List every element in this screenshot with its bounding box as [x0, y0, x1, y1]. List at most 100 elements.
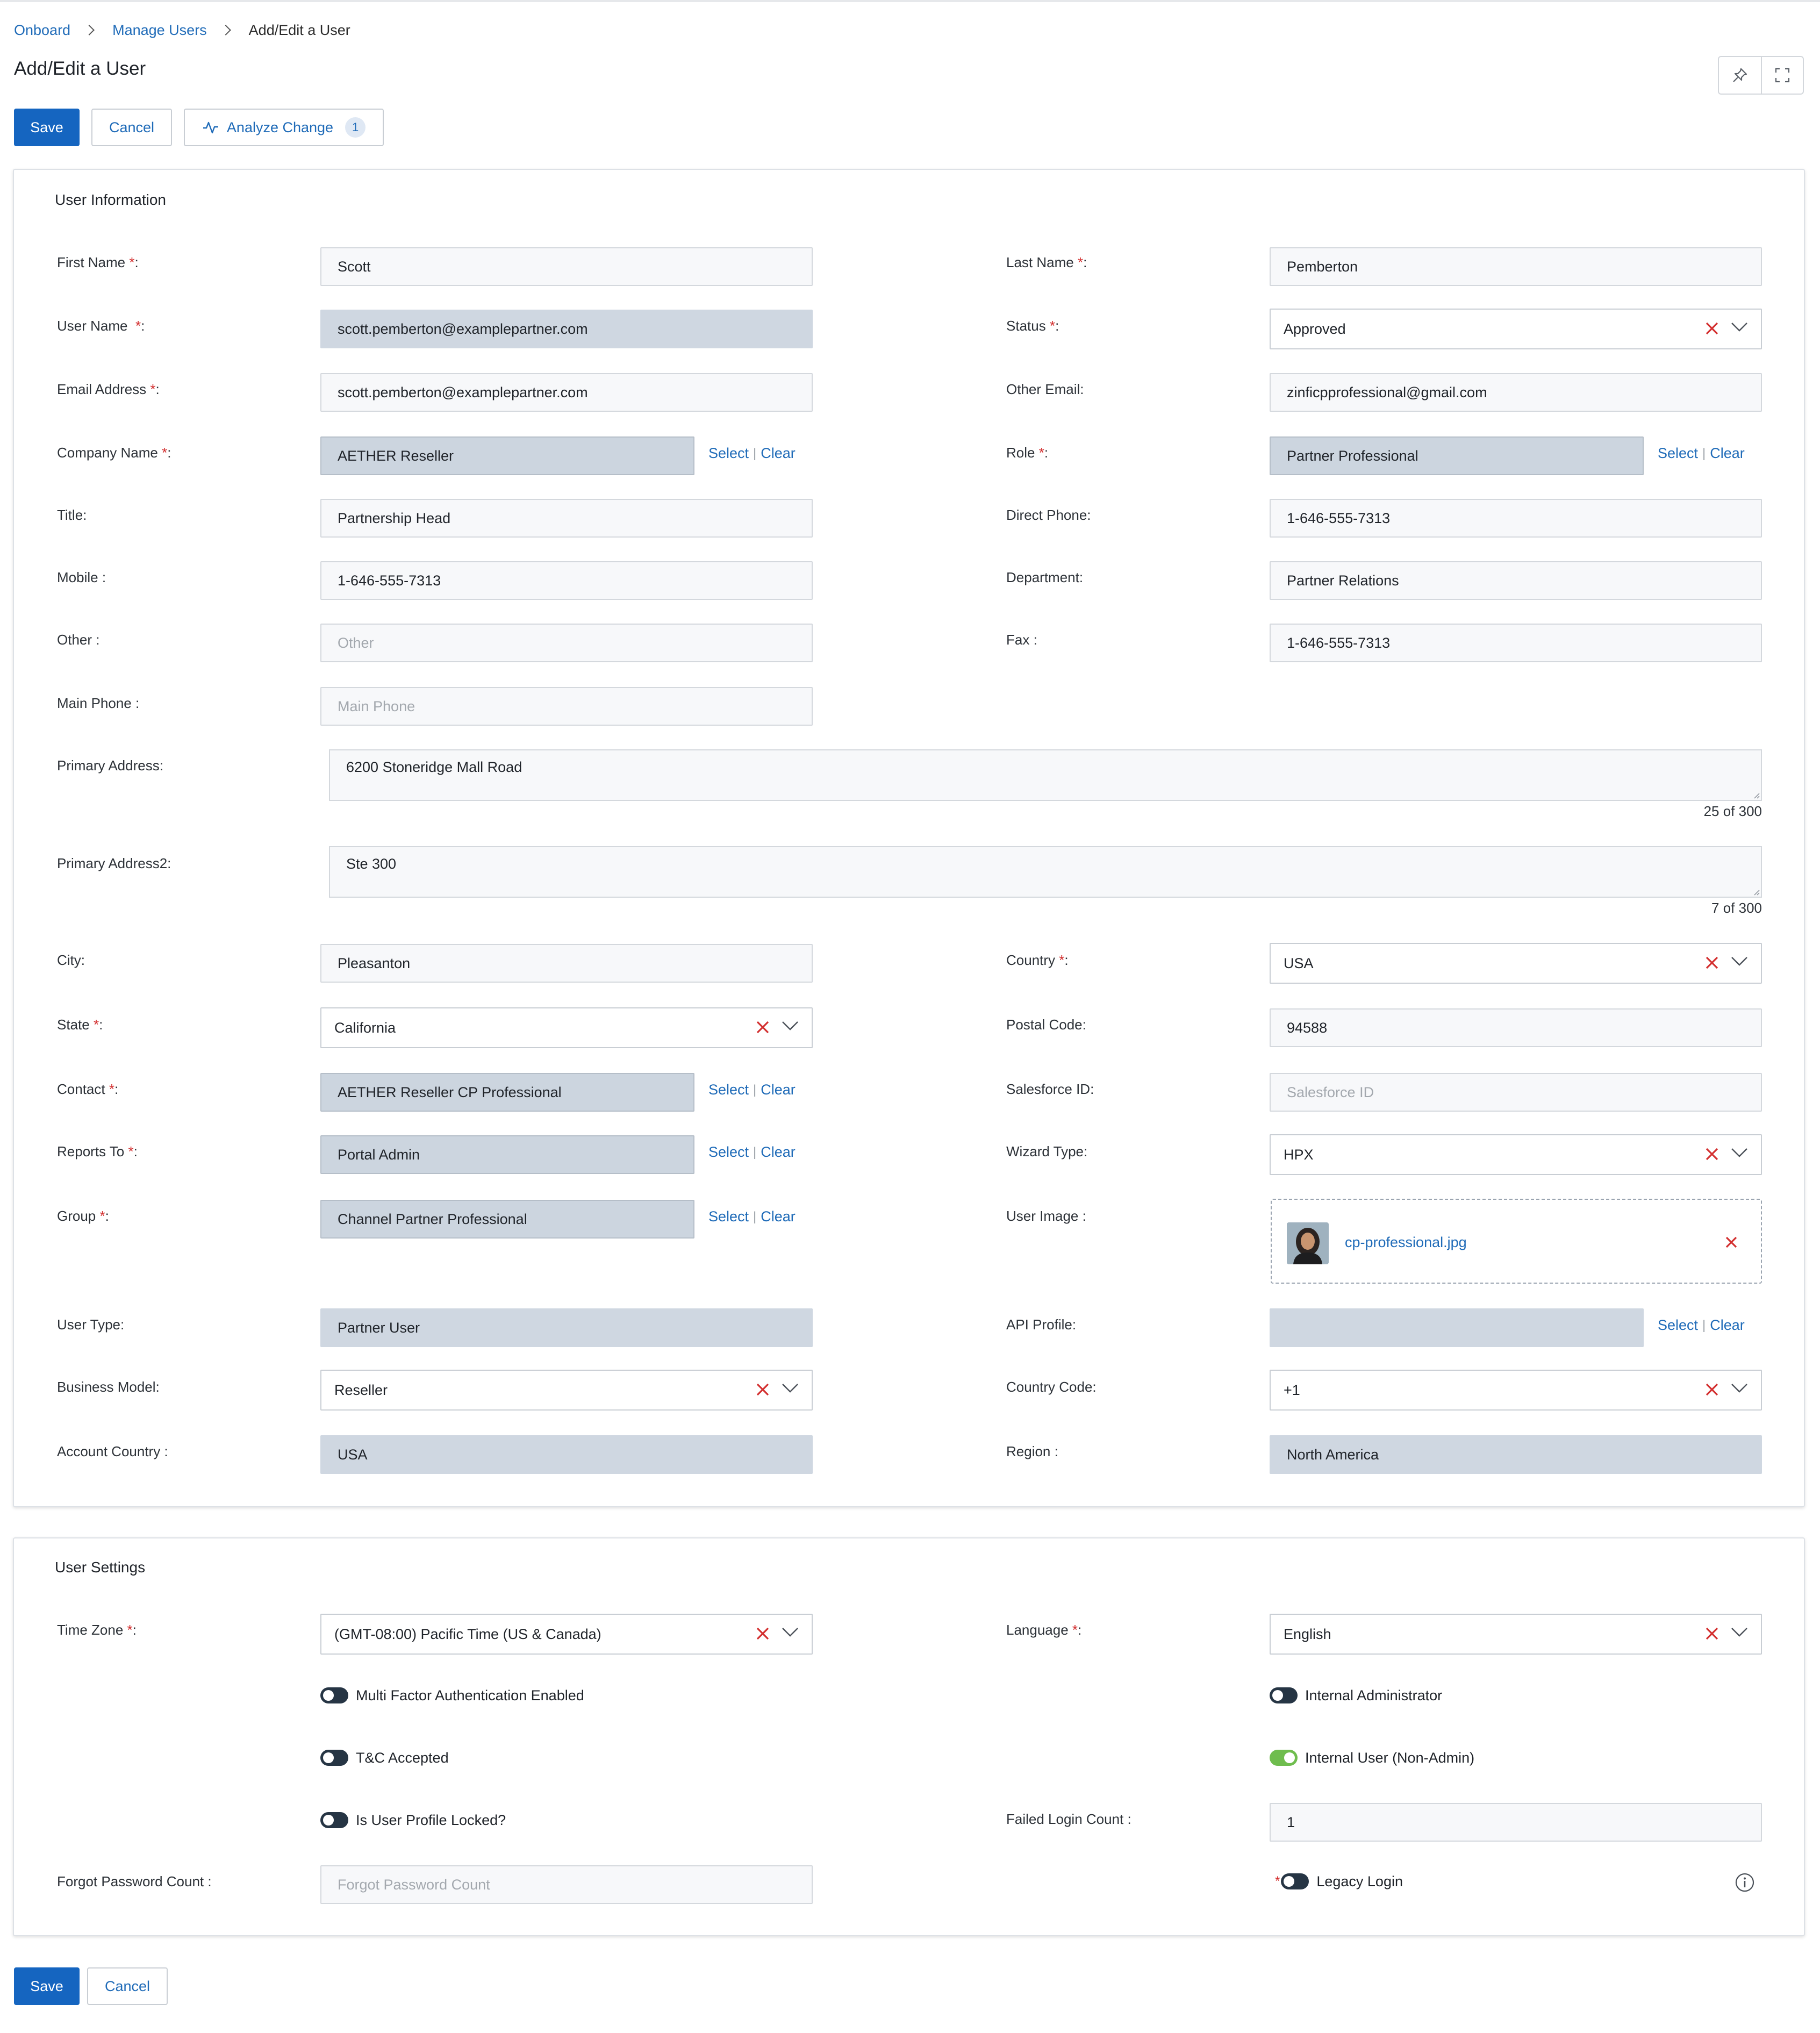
time-zone-select[interactable]: (GMT-08:00) Pacific Time (US & Canada)	[320, 1614, 813, 1655]
expand-button[interactable]	[1761, 57, 1803, 94]
clear-x-icon[interactable]	[755, 1019, 771, 1035]
clear-x-icon[interactable]	[1704, 955, 1720, 971]
first-name-field[interactable]: Scott	[320, 247, 813, 286]
business-model-value: Reseller	[334, 1381, 388, 1398]
chevron-down-icon[interactable]	[780, 1378, 800, 1398]
main-phone-field[interactable]: Main Phone	[320, 687, 813, 726]
group-clear-link[interactable]: Clear	[761, 1208, 796, 1225]
mfa-toggle[interactable]	[320, 1687, 348, 1703]
reports-to-clear-link[interactable]: Clear	[761, 1144, 796, 1161]
city-field[interactable]: Pleasanton	[320, 944, 813, 983]
primary-address2-textarea[interactable]: Ste 300	[329, 846, 1762, 898]
fax-label: Fax :	[1006, 632, 1037, 648]
clear-x-icon[interactable]	[755, 1381, 771, 1398]
breadcrumb-onboard[interactable]: Onboard	[14, 22, 70, 39]
legacy-login-required-marker: *	[1275, 1874, 1280, 1888]
company-clear-link[interactable]: Clear	[761, 445, 796, 462]
state-select[interactable]: California	[320, 1007, 813, 1048]
breadcrumb-current: Add/Edit a User	[248, 22, 350, 38]
internal-admin-toggle[interactable]	[1270, 1687, 1298, 1703]
department-field[interactable]: Partner Relations	[1270, 561, 1762, 600]
forgot-password-field[interactable]: Forgot Password Count	[320, 1865, 813, 1904]
api-profile-clear-link[interactable]: Clear	[1710, 1317, 1745, 1334]
status-label: Status *:	[1006, 318, 1059, 334]
status-select[interactable]: Approved	[1270, 309, 1762, 349]
resize-grip-icon[interactable]	[1751, 790, 1760, 799]
cancel-button[interactable]: Cancel	[91, 109, 172, 146]
company-select-link[interactable]: Select	[708, 445, 749, 462]
other-field[interactable]: Other	[320, 624, 813, 662]
email-field[interactable]: scott.pemberton@examplepartner.com	[320, 373, 813, 412]
failed-login-field[interactable]: 1	[1270, 1803, 1762, 1842]
breadcrumb-manage-users[interactable]: Manage Users	[112, 22, 207, 39]
chevron-down-icon[interactable]	[780, 1016, 800, 1035]
contact-select-link[interactable]: Select	[708, 1082, 749, 1098]
chevron-down-icon[interactable]	[1730, 1622, 1749, 1642]
postal-code-label: Postal Code:	[1006, 1016, 1086, 1033]
tc-accepted-toggle-row[interactable]: T&C Accepted	[320, 1747, 449, 1769]
clear-x-icon[interactable]	[1704, 1146, 1720, 1162]
internal-user-toggle-label: Internal User (Non-Admin)	[1305, 1749, 1475, 1766]
clear-x-icon[interactable]	[1704, 1626, 1720, 1642]
clear-x-icon[interactable]	[755, 1626, 771, 1642]
language-select[interactable]: English	[1270, 1614, 1762, 1655]
legacy-login-toggle-row[interactable]: * Legacy Login	[1275, 1871, 1403, 1892]
mfa-toggle-row[interactable]: Multi Factor Authentication Enabled	[320, 1685, 584, 1706]
last-name-label: Last Name *:	[1006, 254, 1087, 270]
role-clear-link[interactable]: Clear	[1710, 445, 1745, 462]
save-button[interactable]: Save	[14, 109, 80, 146]
reports-to-select-link[interactable]: Select	[708, 1144, 749, 1161]
profile-locked-toggle[interactable]	[320, 1812, 348, 1828]
chevron-down-icon[interactable]	[780, 1622, 800, 1642]
primary-address-value: 6200 Stoneridge Mall Road	[346, 759, 522, 775]
wizard-type-select[interactable]: HPX	[1270, 1134, 1762, 1175]
internal-user-toggle[interactable]	[1270, 1750, 1298, 1766]
internal-admin-toggle-row[interactable]: Internal Administrator	[1270, 1685, 1442, 1706]
direct-phone-field[interactable]: 1-646-555-7313	[1270, 499, 1762, 538]
forgot-password-label: Forgot Password Count :	[57, 1873, 212, 1889]
country-select[interactable]: USA	[1270, 943, 1762, 984]
last-name-field[interactable]: Pemberton	[1270, 247, 1762, 286]
first-name-label: First Name *:	[57, 254, 139, 270]
chevron-down-icon[interactable]	[1730, 951, 1749, 971]
clear-x-icon[interactable]	[1704, 1381, 1720, 1398]
clear-x-icon[interactable]	[1704, 320, 1720, 337]
internal-user-toggle-row[interactable]: Internal User (Non-Admin)	[1270, 1747, 1474, 1769]
other-email-field[interactable]: zinficpprofessional@gmail.com	[1270, 373, 1762, 412]
view-controls	[1718, 56, 1804, 95]
footer-cancel-button[interactable]: Cancel	[87, 1967, 168, 2005]
analyze-change-button[interactable]: Analyze Change 1	[184, 109, 384, 146]
role-select-link[interactable]: Select	[1658, 445, 1698, 462]
contact-clear-link[interactable]: Clear	[761, 1082, 796, 1098]
resize-grip-icon[interactable]	[1751, 887, 1760, 896]
fax-field[interactable]: 1-646-555-7313	[1270, 624, 1762, 662]
chevron-right-icon	[220, 25, 231, 35]
reports-to-label: Reports To *:	[57, 1143, 138, 1159]
footer-save-button[interactable]: Save	[14, 1967, 80, 2005]
api-profile-select-link[interactable]: Select	[1658, 1317, 1698, 1334]
business-model-select[interactable]: Reseller	[320, 1370, 813, 1411]
analyze-count-badge: 1	[345, 117, 366, 138]
role-label: Role *:	[1006, 445, 1049, 461]
chevron-down-icon[interactable]	[1730, 1378, 1749, 1398]
primary-address-textarea[interactable]: 6200 Stoneridge Mall Road	[329, 749, 1762, 801]
legacy-login-toggle[interactable]	[1281, 1873, 1309, 1889]
postal-code-field[interactable]: 94588	[1270, 1008, 1762, 1047]
salesforce-id-field[interactable]: Salesforce ID	[1270, 1073, 1762, 1112]
user-image-file-link[interactable]: cp-professional.jpg	[1345, 1234, 1467, 1251]
pin-button[interactable]	[1719, 57, 1761, 94]
profile-locked-toggle-row[interactable]: Is User Profile Locked?	[320, 1809, 506, 1831]
pin-icon	[1733, 68, 1747, 82]
chevron-down-icon[interactable]	[1730, 317, 1749, 337]
group-select-link[interactable]: Select	[708, 1208, 749, 1225]
tc-accepted-toggle[interactable]	[320, 1750, 348, 1766]
group-field: Channel Partner Professional	[320, 1200, 694, 1239]
mobile-field[interactable]: 1-646-555-7313	[320, 561, 813, 600]
country-code-select[interactable]: +1	[1270, 1370, 1762, 1411]
user-image-dropzone[interactable]: cp-professional.jpg	[1271, 1199, 1762, 1284]
info-icon[interactable]	[1734, 1872, 1755, 1893]
chevron-down-icon[interactable]	[1730, 1143, 1749, 1162]
title-field[interactable]: Partnership Head	[320, 499, 813, 538]
api-profile-select-clear: Select | Clear	[1658, 1317, 1745, 1334]
remove-image-icon[interactable]	[1723, 1234, 1739, 1250]
